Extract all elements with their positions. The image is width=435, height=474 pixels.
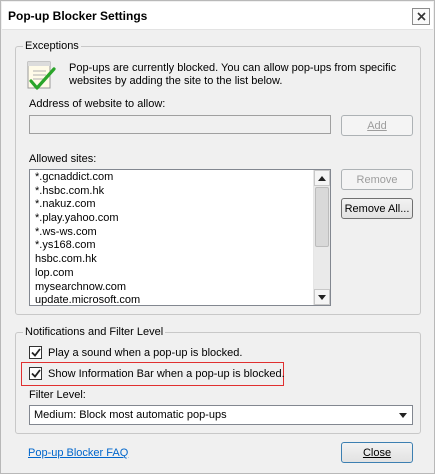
allowed-site-item[interactable]: *.nakuz.com [35, 198, 310, 212]
play-sound-checkbox[interactable] [29, 346, 42, 359]
remove-all-button[interactable]: Remove All... [341, 198, 413, 219]
checkmark-icon [30, 369, 41, 378]
popup-blocker-faq-link[interactable]: Pop-up Blocker FAQ [28, 447, 128, 459]
info-bar-option[interactable]: Show Information Bar when a pop-up is bl… [29, 367, 285, 380]
address-input[interactable] [29, 115, 331, 134]
notifications-group-label: Notifications and Filter Level [23, 326, 166, 339]
allowed-site-item[interactable]: hsbc.com.hk [35, 253, 310, 267]
scroll-up-icon [318, 175, 326, 181]
scroll-thumb[interactable] [315, 187, 329, 247]
allowed-site-item[interactable]: *.gcnaddict.com [35, 171, 310, 185]
allowed-checklist-icon [27, 61, 56, 90]
checkmark-icon [30, 348, 41, 357]
allowed-site-item[interactable]: *.ws-ws.com [35, 226, 310, 240]
allowed-site-item[interactable]: lop.com [35, 267, 310, 281]
chevron-down-icon [399, 412, 407, 418]
allowed-sites-label: Allowed sites: [29, 153, 97, 165]
close-icon [416, 12, 426, 21]
allowed-site-item[interactable]: *.ys168.com [35, 239, 310, 253]
info-bar-label: Show Information Bar when a pop-up is bl… [48, 367, 285, 380]
add-button[interactable]: Add [341, 115, 413, 136]
exceptions-info-text: Pop-ups are currently blocked. You can a… [69, 62, 397, 87]
address-label: Address of website to allow: [29, 98, 166, 110]
filter-level-value: Medium: Block most automatic pop-ups [34, 409, 227, 421]
scroll-up-button[interactable] [314, 170, 330, 186]
exceptions-group-label: Exceptions [23, 40, 81, 53]
dropdown-arrow[interactable] [395, 407, 411, 423]
list-scrollbar[interactable] [313, 170, 330, 305]
allowed-sites-list[interactable]: *.gcnaddict.com *.hsbc.com.hk *.nakuz.com *… [29, 169, 331, 306]
allowed-site-item[interactable]: mysearchnow.com [35, 281, 310, 295]
allowed-sites-items: *.gcnaddict.com *.hsbc.com.hk *.nakuz.com *… [35, 171, 310, 305]
scroll-down-button[interactable] [314, 289, 330, 305]
close-window-button[interactable] [412, 8, 430, 25]
play-sound-label: Play a sound when a pop-up is blocked. [48, 346, 243, 359]
play-sound-option[interactable]: Play a sound when a pop-up is blocked. [29, 346, 242, 359]
title-bar: Pop-up Blocker Settings [2, 2, 433, 30]
filter-level-label: Filter Level: [29, 389, 86, 401]
scroll-down-icon [318, 294, 326, 300]
info-bar-checkbox[interactable] [29, 367, 42, 380]
allowed-site-item[interactable]: *.play.yahoo.com [35, 212, 310, 226]
remove-button[interactable]: Remove [341, 169, 413, 190]
close-button[interactable]: Close [341, 442, 413, 463]
allowed-site-item[interactable]: *.hsbc.com.hk [35, 185, 310, 199]
window-title: Pop-up Blocker Settings [8, 9, 148, 23]
popup-blocker-settings-dialog: Pop-up Blocker Settings Exceptions Pop-u… [0, 0, 435, 474]
filter-level-select[interactable]: Medium: Block most automatic pop-ups [29, 405, 413, 425]
allowed-site-item[interactable]: update.microsoft.com [35, 294, 310, 305]
